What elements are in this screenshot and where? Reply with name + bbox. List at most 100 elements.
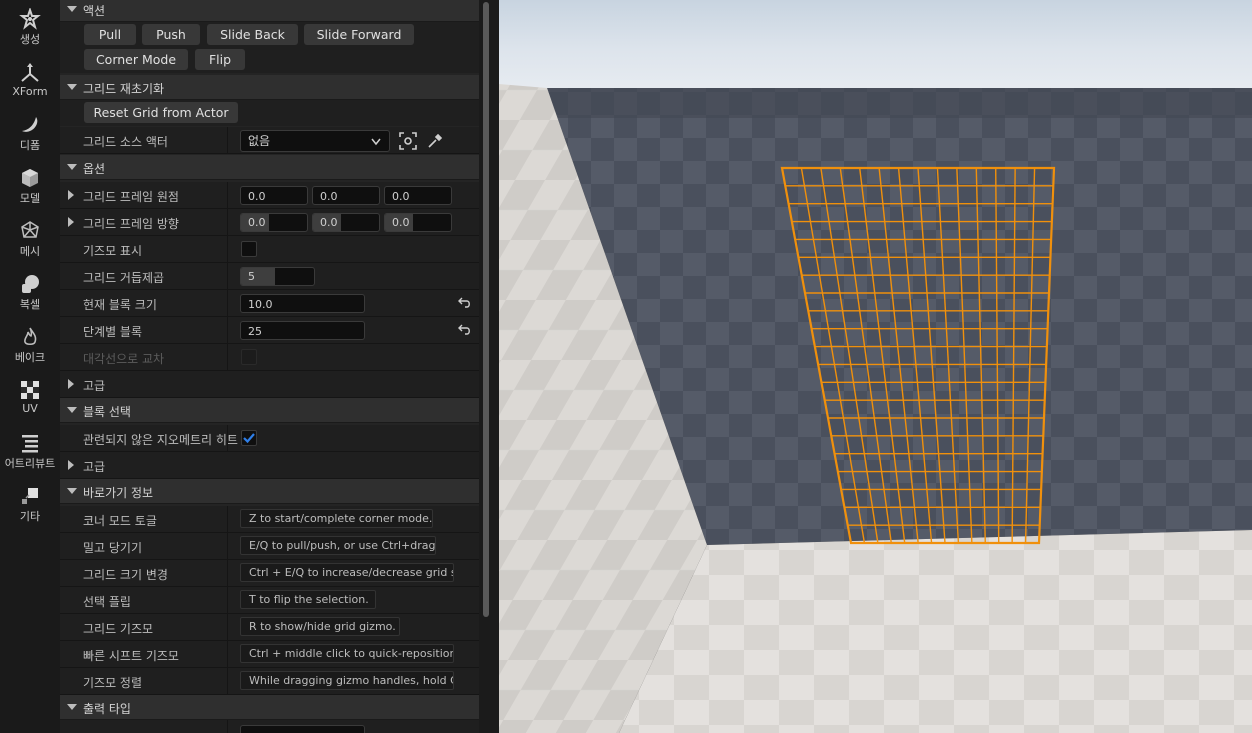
uv-checker-icon: [21, 381, 39, 399]
hit-unrelated-row: 관련되지 않은 지오메트리 히트: [60, 425, 479, 452]
frame-orientation-z[interactable]: 0.0: [384, 213, 452, 232]
tool-label: 복셀: [19, 298, 41, 311]
expand-arrow-icon[interactable]: [68, 379, 74, 389]
chevron-down-icon: [371, 138, 381, 146]
column-divider: [227, 560, 228, 586]
frame-orientation-y[interactable]: 0.0: [312, 213, 380, 232]
column-divider: [227, 641, 228, 667]
shortcut-row: 빠른 시프트 기즈모 Ctrl + middle click to quick-…: [60, 641, 479, 668]
expand-arrow-icon[interactable]: [68, 217, 74, 227]
voxel-icon: [22, 275, 39, 293]
column-divider: [227, 127, 228, 153]
shortcut-row: 밀고 당기기 E/Q to pull/push, or use Ctrl+dra…: [60, 533, 479, 560]
section-grid-reinit[interactable]: 그리드 재초기화: [60, 75, 479, 100]
tool-misc[interactable]: 기타: [0, 485, 60, 535]
column-divider: [227, 587, 228, 613]
panel-scrollbar-track[interactable]: [479, 0, 499, 733]
show-gizmo-checkbox[interactable]: [241, 241, 257, 257]
hit-unrelated-checkbox[interactable]: [241, 430, 257, 446]
output-type-row: [60, 720, 479, 733]
viewport-scene[interactable]: [499, 0, 1252, 733]
frame-origin-row: 그리드 프레임 원점 0.0 0.0 0.0: [60, 182, 479, 209]
shortcut-row: 선택 플립 T to flip the selection.: [60, 587, 479, 614]
section-actions[interactable]: 액션: [60, 0, 479, 22]
tool-model[interactable]: 모델: [0, 167, 60, 217]
reset-to-default-icon[interactable]: [458, 323, 472, 335]
tool-voxel[interactable]: 복셀: [0, 273, 60, 323]
property-label: 기즈모 정렬: [83, 676, 143, 690]
property-label: 관련되지 않은 지오메트리 히트: [83, 433, 238, 447]
diagonal-checkbox: [241, 349, 257, 365]
frame-orientation-row: 그리드 프레임 방향 0.0 0.0 0.0: [60, 209, 479, 236]
slide-forward-button[interactable]: Slide Forward: [304, 24, 414, 45]
property-label: 고급: [83, 379, 106, 393]
property-label: 그리드 프레임 방향: [83, 217, 179, 231]
shortcut-row: 그리드 크기 변경 Ctrl + E/Q to increase/decreas…: [60, 560, 479, 587]
section-block-select[interactable]: 블록 선택: [60, 398, 479, 423]
panel-scrollbar-thumb[interactable]: [483, 2, 489, 617]
block-size-input[interactable]: 10.0: [240, 294, 365, 313]
tool-bake[interactable]: 베이크: [0, 326, 60, 376]
eyedropper-icon[interactable]: [427, 133, 443, 149]
mesh-icon: [21, 221, 39, 238]
attributes-list-icon: [22, 435, 38, 453]
expand-arrow-icon[interactable]: [68, 460, 74, 470]
show-gizmo-row: 기즈모 표시: [60, 236, 479, 263]
grid-power-slider[interactable]: 5: [240, 267, 315, 286]
reset-to-default-icon[interactable]: [458, 296, 472, 308]
grid-power-row: 그리드 거듭제곱 5: [60, 263, 479, 290]
grid-source-actor-row: 그리드 소스 액터 없음: [60, 127, 479, 154]
shortcut-hint: E/Q to pull/push, or use Ctrl+drag.: [240, 536, 436, 555]
source-actor-dropdown[interactable]: 없음: [240, 130, 390, 152]
frame-origin-x[interactable]: 0.0: [240, 186, 308, 205]
expand-arrow-icon[interactable]: [68, 190, 74, 200]
options-advanced-row[interactable]: 고급: [60, 371, 479, 398]
frame-origin-y[interactable]: 0.0: [312, 186, 380, 205]
frame-orientation-x[interactable]: 0.0: [240, 213, 308, 232]
collapse-arrow-icon: [67, 84, 77, 90]
blocks-per-step-input[interactable]: 25: [240, 321, 365, 340]
tool-mesh[interactable]: 메시: [0, 220, 60, 270]
slide-back-button[interactable]: Slide Back: [207, 24, 298, 45]
reset-grid-from-actor-button[interactable]: Reset Grid from Actor: [84, 102, 238, 123]
shortcut-row: 기즈모 정렬 While dragging gizmo handles, hol…: [60, 668, 479, 695]
column-divider: [227, 614, 228, 640]
shortcut-hint: Ctrl + middle click to quick-reposition: [240, 644, 454, 663]
column-divider: [227, 182, 228, 208]
tool-xform[interactable]: XForm: [0, 62, 60, 112]
tool-label: 생성: [19, 33, 41, 46]
collapse-arrow-icon: [67, 407, 77, 413]
property-label: 그리드 크기 변경: [83, 568, 168, 582]
output-type-dropdown[interactable]: [240, 725, 365, 733]
column-divider: [227, 317, 228, 343]
block-select-advanced-row[interactable]: 고급: [60, 452, 479, 479]
property-label: 현재 블록 크기: [83, 298, 157, 312]
block-size-row: 현재 블록 크기 10.0: [60, 290, 479, 317]
details-panel: 액션 Pull Push Slide Back Slide Forward Co…: [60, 0, 479, 733]
tool-uv[interactable]: UV: [0, 379, 60, 429]
property-label: 밀고 당기기: [83, 541, 143, 555]
checkmark-icon: [243, 433, 255, 444]
pull-button[interactable]: Pull: [84, 24, 136, 45]
tool-label: 베이크: [14, 351, 46, 364]
section-options[interactable]: 옵션: [60, 155, 479, 180]
property-label: 기즈모 표시: [83, 244, 143, 258]
collapse-arrow-icon: [67, 6, 77, 12]
tool-label: 어트리뷰트: [4, 457, 56, 470]
frame-origin-z[interactable]: 0.0: [384, 186, 452, 205]
tool-create[interactable]: 생성: [0, 8, 60, 58]
push-button[interactable]: Push: [142, 24, 200, 45]
focus-actor-icon[interactable]: [399, 132, 417, 150]
reset-grid-row: Reset Grid from Actor: [60, 100, 479, 126]
tool-deform[interactable]: 디폼: [0, 114, 60, 164]
property-label: 그리드 소스 액터: [83, 135, 168, 149]
property-label: 단계별 블록: [83, 325, 143, 339]
flip-button[interactable]: Flip: [195, 49, 245, 70]
level-viewport[interactable]: [499, 0, 1252, 733]
tool-attributes[interactable]: 어트리뷰트: [0, 432, 60, 482]
column-divider: [227, 344, 228, 370]
wall-top-band: [547, 88, 1252, 118]
corner-mode-button[interactable]: Corner Mode: [84, 49, 188, 70]
section-shortcuts[interactable]: 바로가기 정보: [60, 479, 479, 504]
section-output-type[interactable]: 출력 타입: [60, 695, 479, 720]
